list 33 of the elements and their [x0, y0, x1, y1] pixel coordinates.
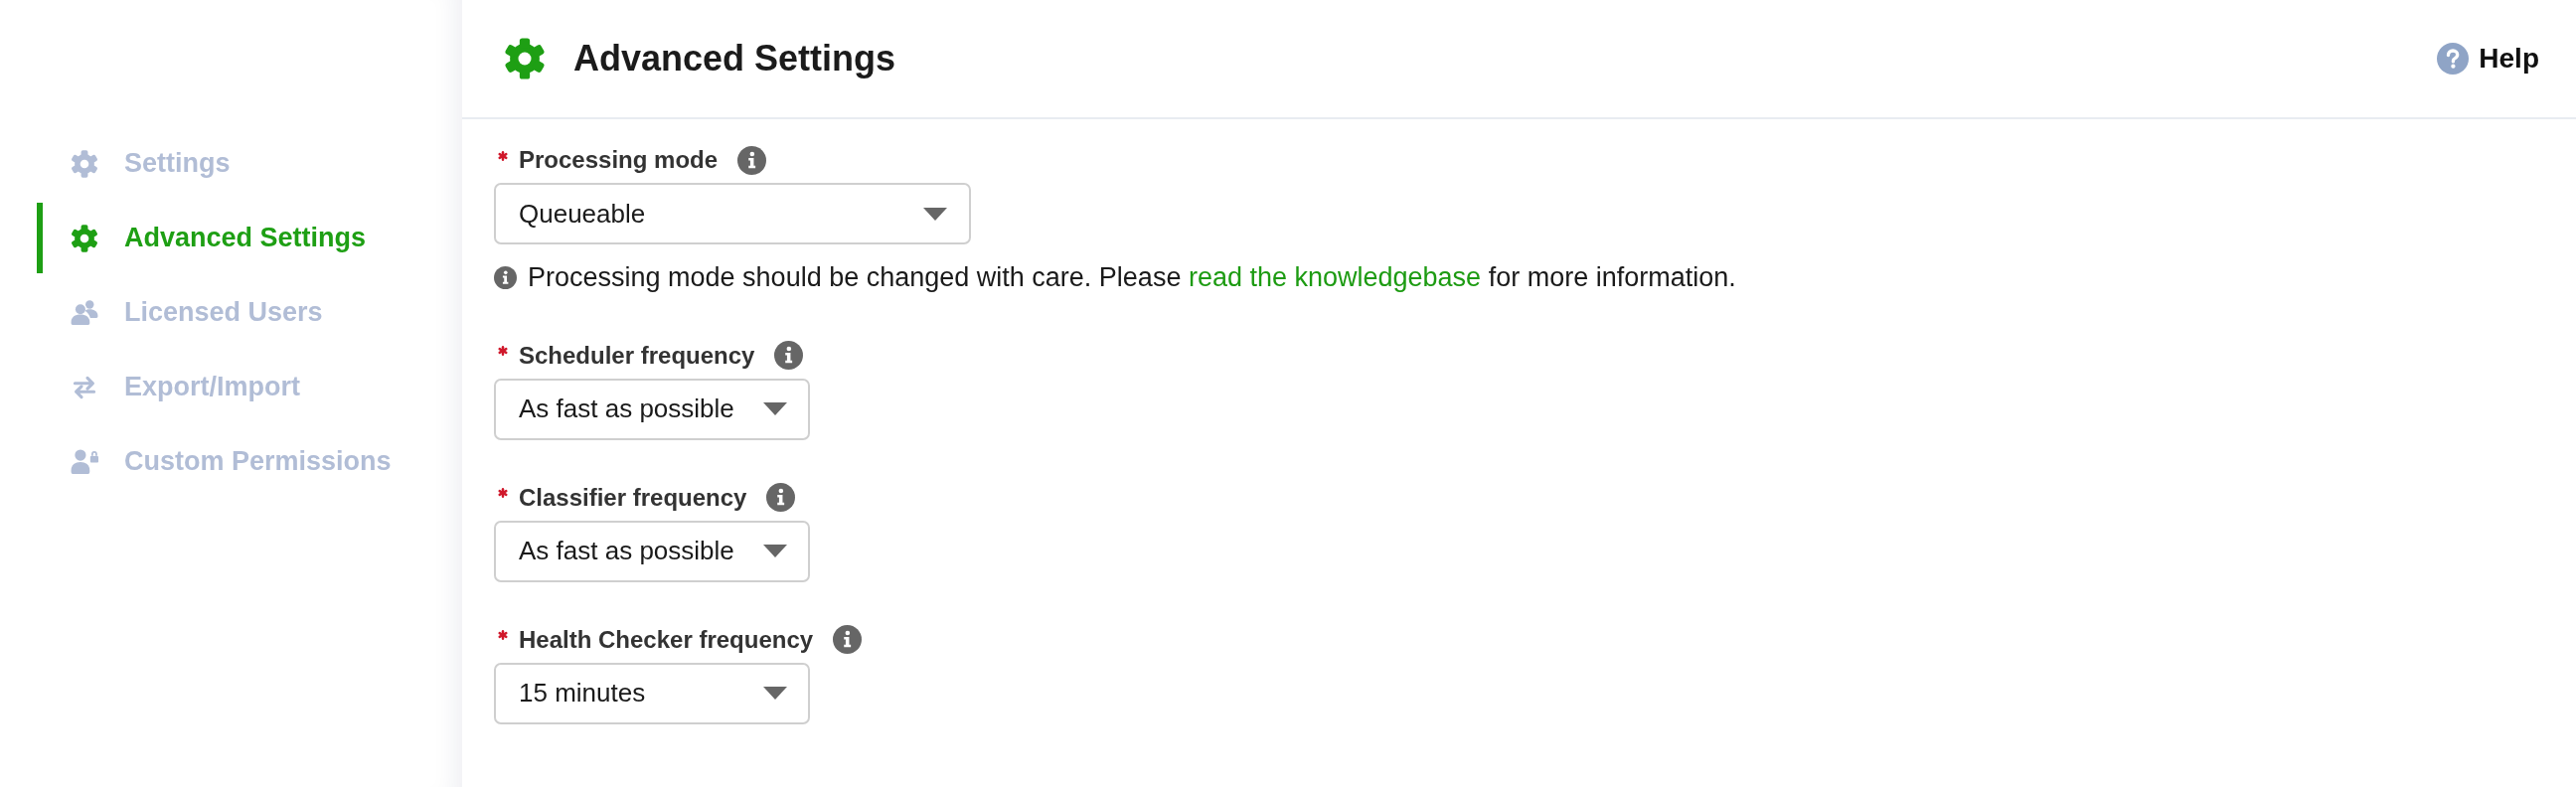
info-icon	[766, 483, 796, 512]
gear-icon	[504, 38, 546, 79]
caret-icon	[763, 402, 787, 415]
info-icon	[774, 341, 804, 370]
gear-icon	[71, 149, 98, 178]
caret-icon	[763, 545, 787, 557]
dropdown[interactable]: Queueable	[494, 183, 971, 244]
knowledgebase-link[interactable]: read the knowledgebase	[1188, 262, 1482, 292]
page-title: Advanced Settings	[573, 37, 896, 80]
info-icon	[833, 625, 863, 654]
dropdown[interactable]: As fast as possible	[494, 378, 810, 440]
caret-icon	[923, 207, 947, 221]
help-text: Processing mode should be changed with care. Please read the knowledgebase for more information.	[528, 261, 1736, 294]
nav-item[interactable]: Export/Import	[37, 352, 308, 422]
user-lock-icon	[71, 448, 98, 475]
nav-item[interactable]: Licensed Users	[37, 277, 331, 348]
nav-item[interactable]: Advanced Settings	[37, 203, 375, 273]
field-label: Scheduler frequency	[519, 340, 755, 371]
nav-item[interactable]: Custom Permissions	[37, 426, 400, 497]
users-icon	[71, 299, 98, 326]
help-icon	[2437, 43, 2470, 75]
field-label: Health Checker frequency	[519, 624, 814, 655]
info-icon	[494, 265, 517, 289]
caret-icon	[763, 687, 787, 700]
field-label: Processing mode	[519, 145, 719, 175]
help-link[interactable]: Help	[2437, 38, 2539, 79]
nav-item[interactable]: Settings	[37, 128, 239, 199]
swap-arrows-icon	[73, 374, 96, 400]
field-label: Classifier frequency	[519, 482, 747, 513]
gear-icon	[71, 224, 98, 252]
dropdown[interactable]: As fast as possible	[494, 520, 810, 582]
info-icon	[737, 145, 767, 175]
dropdown[interactable]: 15 minutes	[494, 662, 810, 724]
